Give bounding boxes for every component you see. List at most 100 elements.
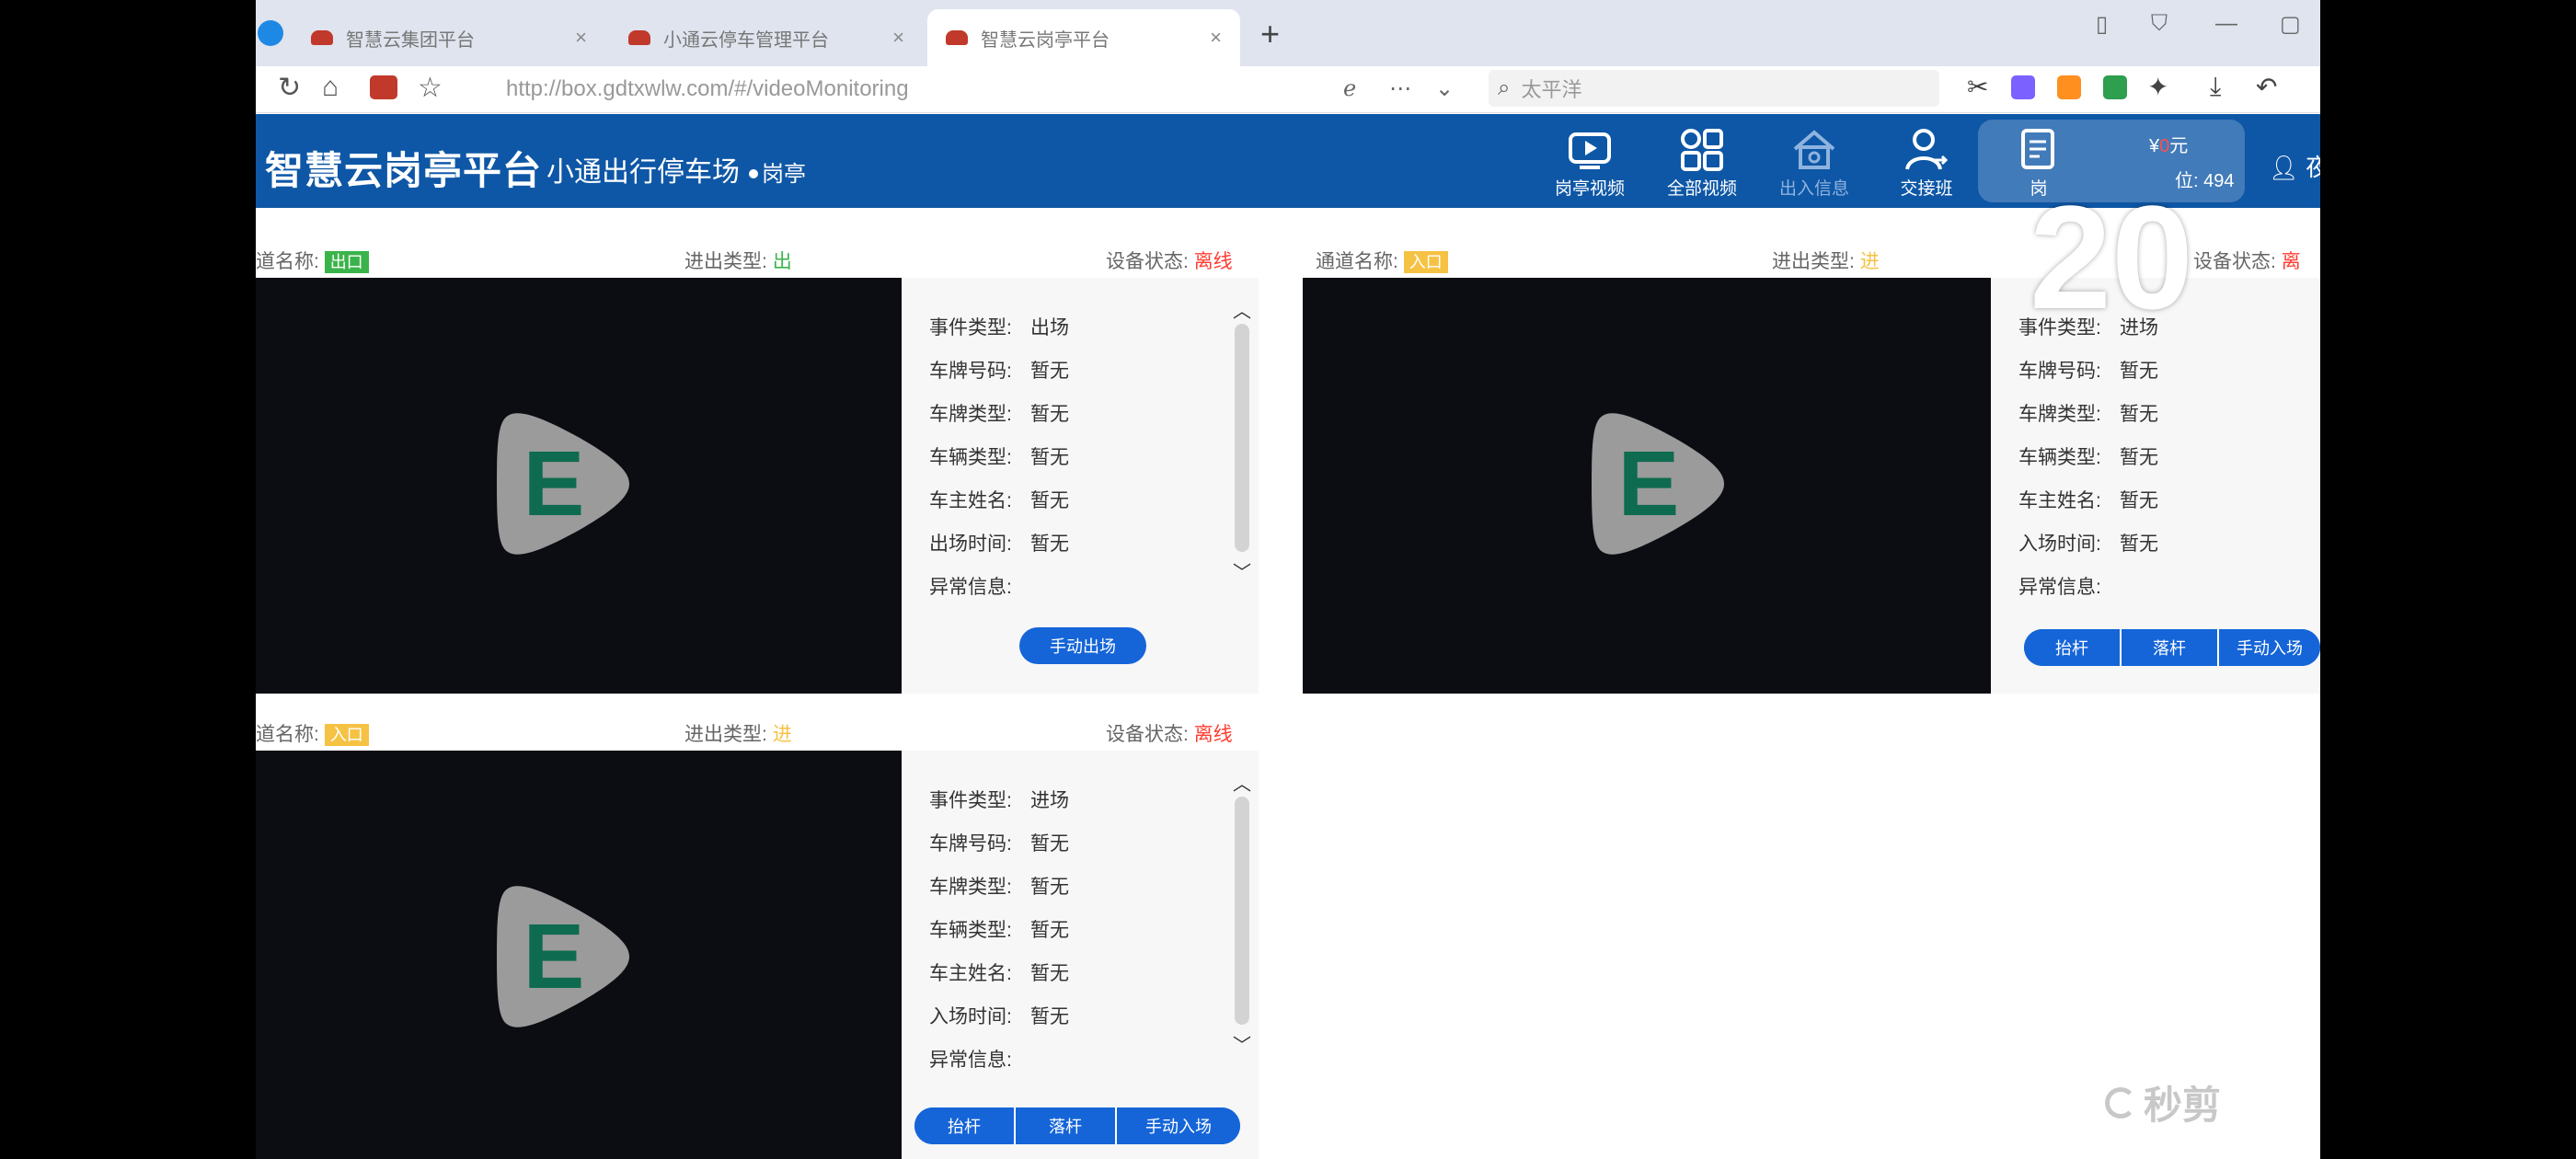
barrier-controls: 抬杆 落杆 手动入场: [914, 1107, 1240, 1144]
chevron-down-icon[interactable]: ⌄: [1435, 75, 1454, 102]
more-icon[interactable]: ⋯: [1389, 75, 1411, 102]
chevron-down-icon[interactable]: ﹀: [1233, 1030, 1251, 1057]
video-feed[interactable]: E: [256, 751, 902, 1159]
info-row: 车牌号码: 暂无: [929, 829, 1069, 856]
search-input[interactable]: [1519, 75, 1910, 101]
booth-name: 岗亭: [762, 162, 806, 187]
parking-lot-name: 小通出行停车场 岗亭: [546, 149, 806, 189]
user-switch-icon: [1905, 129, 1949, 170]
nav-shift-handover[interactable]: 交接班: [1871, 123, 1982, 208]
new-tab-button[interactable]: +: [1260, 15, 1280, 53]
channel-name-label: 通道名称:: [1316, 251, 1398, 272]
chevron-up-icon[interactable]: ︿: [1233, 296, 1251, 323]
extension-toolbox-icon[interactable]: [370, 75, 397, 99]
channel-name-badge: 出口: [324, 251, 369, 274]
scrollbar[interactable]: ︿ ﹀: [1233, 769, 1251, 1063]
info-key: 异常信息:: [929, 1050, 1012, 1071]
shirt-skin-icon[interactable]: ⛉: [2151, 11, 2168, 37]
manual-exit-button[interactable]: 手动出场: [1019, 627, 1146, 664]
info-row: 车牌类型: 暂无: [929, 399, 1069, 427]
nav-label: 出入信息: [1778, 179, 1849, 199]
refresh-icon[interactable]: ↻: [278, 72, 301, 104]
info-row: 入场时间: 暂无: [2018, 529, 2158, 557]
scissors-icon[interactable]: ✂: [1967, 72, 1988, 102]
ie-compat-icon[interactable]: ℯ: [1343, 75, 1356, 102]
download-icon[interactable]: ⤓: [2210, 72, 2221, 102]
url-input[interactable]: [458, 72, 1590, 107]
channel-name-label: 道名称:: [256, 251, 319, 272]
user-menu[interactable]: 👤︎ 夜: [2269, 149, 2320, 183]
tab-label: 智慧云岗亭平台: [981, 29, 1110, 51]
scrollbar[interactable]: ︿ ﹀: [1233, 296, 1251, 591]
search-icon: ⌕: [1498, 75, 1511, 100]
scrollbar-thumb[interactable]: [1235, 797, 1249, 1025]
channel-name: 道名称: 入口: [256, 719, 369, 747]
scrollbar-thumb[interactable]: [1235, 324, 1249, 552]
info-row: 事件类型: 进场: [929, 786, 1069, 813]
home-icon[interactable]: ⌂: [322, 72, 339, 103]
chevron-up-icon[interactable]: ︿: [1233, 769, 1251, 796]
tab-label: 智慧云集团平台: [346, 29, 475, 51]
info-key: 车辆类型:: [2018, 447, 2101, 468]
nav-booth-video[interactable]: 岗亭视频: [1535, 123, 1645, 208]
app-title: 智慧云岗亭平台: [265, 149, 543, 192]
tab-close-icon[interactable]: ×: [1210, 26, 1222, 50]
info-value: 暂无: [1030, 490, 1069, 511]
manual-entry-button[interactable]: 手动入场: [1117, 1107, 1240, 1144]
video-feed[interactable]: E: [256, 278, 902, 694]
status-value: 离线: [1193, 251, 1233, 272]
browser-window: 智慧云集团平台 × 小通云停车管理平台 × 智慧云岗亭平台 × + ▯ ⛉ — …: [256, 0, 2320, 1159]
info-key: 出场时间:: [929, 534, 1012, 555]
watermark: 秒剪: [2105, 1074, 2221, 1130]
tab-booth-platform[interactable]: 智慧云岗亭平台 ×: [927, 9, 1240, 66]
tab-group-platform[interactable]: 智慧云集团平台 ×: [293, 9, 605, 66]
manual-entry-button[interactable]: 手动入场: [2219, 629, 2320, 666]
info-value: 暂无: [2120, 534, 2158, 555]
info-value: 出场: [1030, 317, 1069, 339]
lower-barrier-button[interactable]: 落杆: [2122, 629, 2219, 666]
status-label: 设备状态:: [1106, 251, 1189, 272]
device-status: 设备状态: 离线: [1106, 247, 1233, 274]
info-value: 进场: [1030, 790, 1069, 811]
info-row: 车牌号码: 暂无: [929, 356, 1069, 384]
lower-barrier-button[interactable]: 落杆: [1016, 1107, 1117, 1144]
undo-icon[interactable]: ↶: [2256, 72, 2277, 102]
channel-direction: 进出类型: 进: [1772, 247, 1880, 274]
extension-green-icon[interactable]: [2103, 75, 2127, 99]
puzzle-icon[interactable]: ✦: [2147, 72, 2168, 102]
info-row: 车辆类型: 暂无: [929, 442, 1069, 470]
chevron-down-icon[interactable]: ﹀: [1233, 557, 1251, 584]
device-status: 设备状态: 离线: [1106, 719, 1233, 747]
nav-all-video[interactable]: 全部视频: [1647, 123, 1757, 208]
info-row: 异常信息:: [2018, 572, 2120, 600]
raise-barrier-button[interactable]: 抬杆: [914, 1107, 1016, 1144]
channel-panel-entry-2: 道名称: 入口 进出类型: 进 设备状态: 离线 E 事件类型: 进场 车牌号码:…: [256, 708, 1259, 1159]
tab-parking-platform[interactable]: 小通云停车管理平台 ×: [610, 9, 923, 66]
tab-close-icon[interactable]: ×: [892, 26, 904, 50]
extension-purple-icon[interactable]: [2011, 75, 2035, 99]
info-row: 车主姓名: 暂无: [929, 958, 1069, 986]
car-favicon-icon: [311, 30, 333, 45]
nav-label: 交接班: [1900, 179, 1953, 199]
window-menu-icon[interactable]: ▯: [2096, 11, 2108, 38]
tab-close-icon[interactable]: ×: [575, 26, 587, 50]
info-value: 暂无: [1030, 877, 1069, 898]
raise-barrier-button[interactable]: 抬杆: [2024, 629, 2122, 666]
info-value: 暂无: [1030, 1006, 1069, 1027]
player-logo-icon: E: [497, 413, 629, 555]
video-feed[interactable]: E: [1303, 278, 1991, 694]
info-value: 暂无: [1030, 920, 1069, 941]
star-icon[interactable]: ☆: [418, 72, 443, 104]
logo-letter: E: [523, 432, 585, 535]
info-value: 暂无: [1030, 833, 1069, 855]
info-row: 异常信息:: [929, 572, 1030, 600]
maximize-icon[interactable]: ▢: [2280, 11, 2301, 38]
extension-orange-icon[interactable]: [2057, 75, 2081, 99]
info-value: 暂无: [1030, 404, 1069, 425]
watermark-text: 秒剪: [2144, 1084, 2222, 1127]
nav-in-out-info[interactable]: 出入信息: [1759, 123, 1869, 208]
minimize-icon[interactable]: —: [2215, 11, 2237, 37]
info-key: 车主姓名:: [2018, 490, 2101, 511]
info-key: 车主姓名:: [929, 963, 1012, 984]
tab-label: 小通云停车管理平台: [663, 29, 829, 51]
